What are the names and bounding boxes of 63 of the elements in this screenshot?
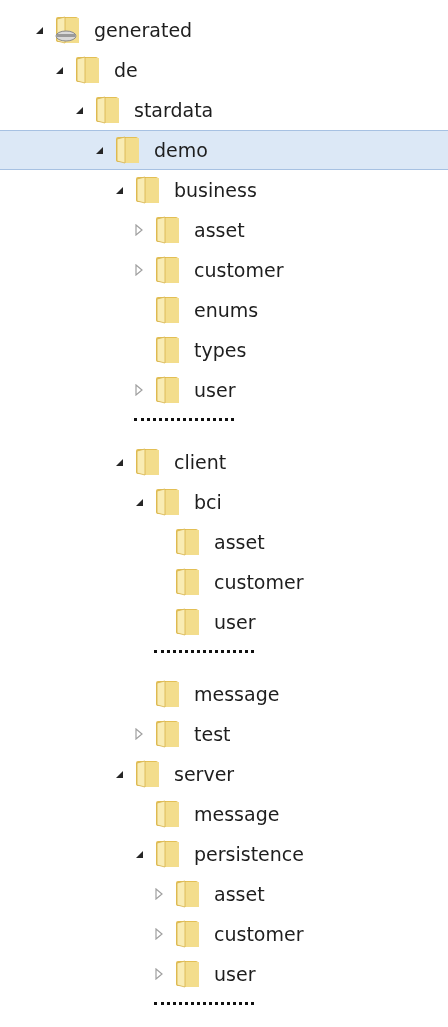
collapsed-triangle-icon[interactable] [135,264,143,276]
folder-name[interactable]: de [114,60,138,80]
folder-name[interactable]: asset [214,884,265,904]
folder-icon [174,567,200,597]
folder-icon [114,135,140,165]
folder-name[interactable]: message [194,684,280,704]
folder-name[interactable]: stardata [134,100,214,120]
collapsed-triangle-icon[interactable] [155,968,163,980]
folder-icon [154,335,180,365]
folder-name[interactable]: enums [194,300,259,320]
folder-icon [174,607,200,637]
expanded-triangle-icon[interactable] [54,65,64,75]
folder-name[interactable]: user [214,964,256,984]
expanded-triangle-icon[interactable] [114,185,124,195]
folder-name[interactable]: client [174,452,227,472]
folder-name[interactable]: customer [194,260,284,280]
folder-name[interactable]: test [194,724,231,744]
expanded-triangle-icon[interactable] [114,769,124,779]
folder-icon [174,527,200,557]
folder-name[interactable]: asset [214,532,265,552]
folder-name[interactable]: customer [214,572,304,592]
folder-name[interactable]: user [214,612,256,632]
drive-folder-icon [54,15,80,45]
folder-icon [154,295,180,325]
folder-icon [174,879,200,909]
folder-name[interactable]: server [174,764,235,784]
expanded-triangle-icon[interactable] [94,145,104,155]
folder-icon [134,175,160,205]
folder-icon [154,839,180,869]
collapsed-triangle-icon[interactable] [135,728,143,740]
folder-name[interactable]: types [194,340,247,360]
folder-icon [134,447,160,477]
collapsed-triangle-icon[interactable] [155,888,163,900]
folder-name[interactable]: generated [94,20,193,40]
collapsed-triangle-icon[interactable] [155,928,163,940]
folder-icon [154,375,180,405]
expanded-triangle-icon[interactable] [134,497,144,507]
folder-icon [154,719,180,749]
collapsed-triangle-icon[interactable] [135,384,143,396]
folder-icon [174,919,200,949]
expanded-triangle-icon[interactable] [34,25,44,35]
folder-icon [74,55,100,85]
folder-name[interactable]: message [194,804,280,824]
expanded-triangle-icon[interactable] [74,105,84,115]
folder-name[interactable]: business [174,180,257,200]
folder-icon [154,215,180,245]
folder-name[interactable]: bci [194,492,222,512]
collapsed-triangle-icon[interactable] [135,224,143,236]
folder-icon [154,679,180,709]
folder-icon [94,95,120,125]
folder-name[interactable]: demo [154,140,208,160]
selected-tree-row[interactable]: demo [0,130,448,170]
folder-icon [154,799,180,829]
folder-icon [134,759,160,789]
folder-name[interactable]: asset [194,220,245,240]
folder-icon [174,959,200,989]
folder-icon [154,255,180,285]
expanded-triangle-icon[interactable] [134,849,144,859]
folder-name[interactable]: persistence [194,844,304,864]
folder-icon [154,487,180,517]
expanded-triangle-icon[interactable] [114,457,124,467]
folder-name[interactable]: user [194,380,236,400]
folder-name[interactable]: customer [214,924,304,944]
